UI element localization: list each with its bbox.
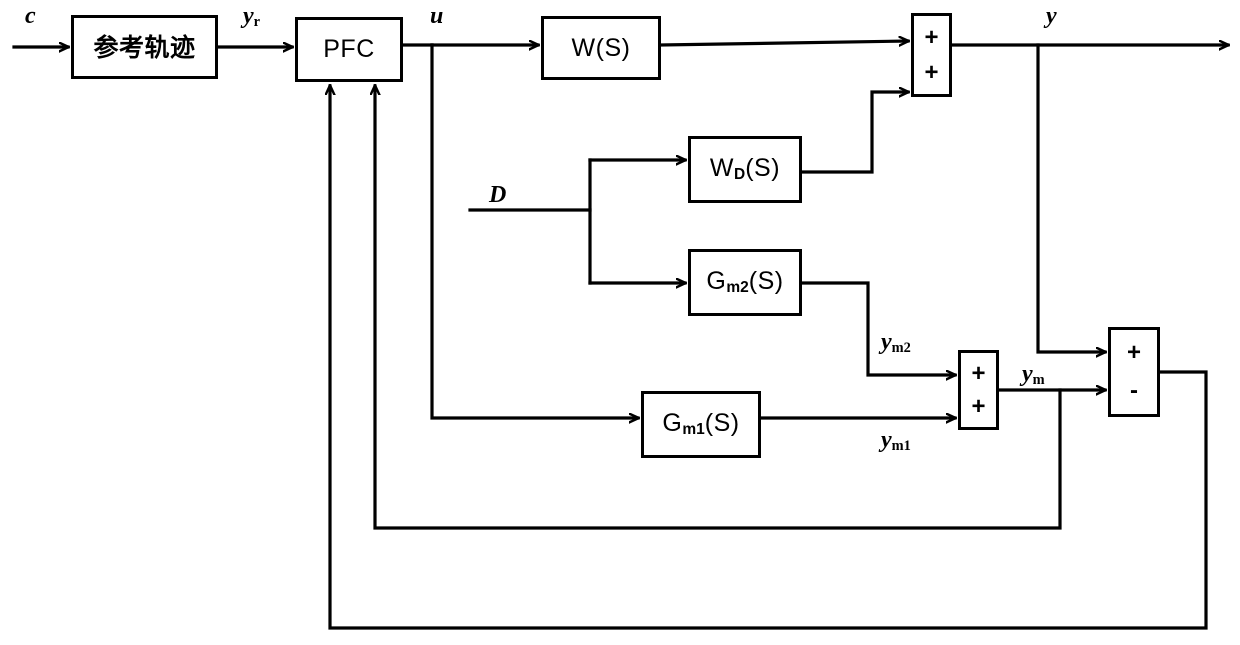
block-reference-trajectory[interactable]: 参考轨迹 <box>71 15 218 79</box>
block-wd-s-label: WD(S) <box>709 154 781 184</box>
block-wd-s[interactable]: WD(S) <box>688 136 802 203</box>
block-diagram-canvas: 参考轨迹 PFC W(S) WD(S) Gm2(S) Gm1(S) + + + … <box>0 0 1240 645</box>
signal-label-u: u <box>430 3 444 29</box>
block-w-s-label: W(S) <box>571 33 631 62</box>
signal-label-ym2: ym2 <box>881 329 911 356</box>
block-pfc-label: PFC <box>323 35 375 63</box>
summing-junction-error[interactable]: + - <box>1108 327 1160 417</box>
block-gm2-s-label: Gm2(S) <box>706 267 784 297</box>
wire-wds-to-sum <box>800 92 908 174</box>
signal-label-y: y <box>1046 3 1057 29</box>
sign-plus-bottom: + <box>971 392 986 420</box>
summing-junction-output[interactable]: + + <box>911 13 952 97</box>
block-pfc[interactable]: PFC <box>295 17 403 82</box>
signal-label-c: c <box>25 3 36 29</box>
wire-y-to-errorsum <box>1036 43 1105 352</box>
sign-minus: - <box>1130 377 1138 405</box>
signal-label-d: D <box>489 182 507 208</box>
block-gm1-s[interactable]: Gm1(S) <box>641 391 761 458</box>
wire-layer <box>12 0 1240 630</box>
signal-label-ym: ym <box>1022 361 1045 388</box>
sign-plus: + <box>1126 339 1141 367</box>
wire-u-branch-down <box>430 43 638 418</box>
wire-ws-to-sum <box>659 41 908 45</box>
sign-plus-top: + <box>924 23 939 51</box>
wire-gm2-to-modelsum <box>800 281 955 375</box>
block-w-s[interactable]: W(S) <box>541 16 661 80</box>
sign-plus-bottom: + <box>924 58 939 86</box>
summing-junction-model[interactable]: + + <box>958 350 999 430</box>
signal-label-yr: yr <box>243 3 261 30</box>
block-reference-trajectory-label: 参考轨迹 <box>93 32 196 62</box>
sign-plus-top: + <box>971 359 986 387</box>
block-gm1-s-label: Gm1(S) <box>662 409 740 439</box>
signal-label-ym1: ym1 <box>881 427 911 454</box>
block-gm2-s[interactable]: Gm2(S) <box>688 249 802 316</box>
